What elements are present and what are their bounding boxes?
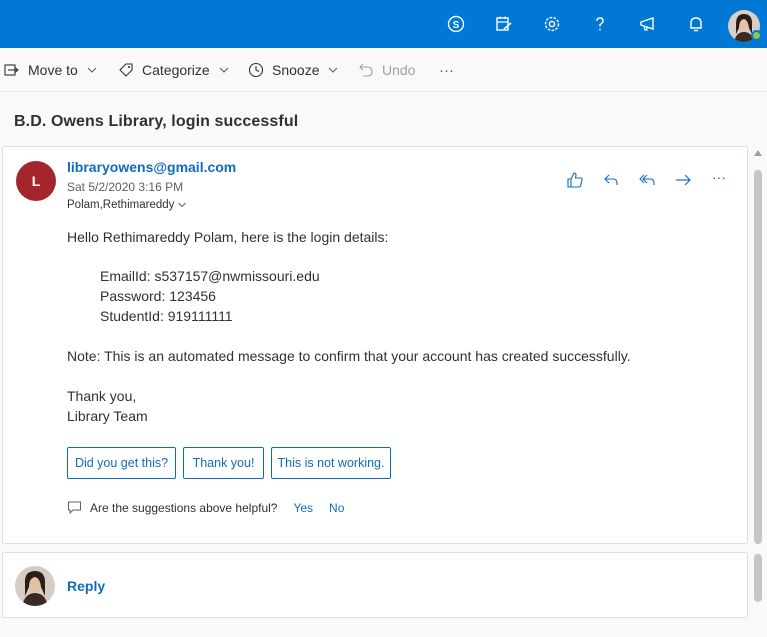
scrollbar-thumb[interactable] xyxy=(754,170,762,544)
recipient-name: Polam,Rethimareddy xyxy=(67,199,175,211)
help-icon[interactable] xyxy=(588,12,612,36)
snooze-button[interactable]: Snooze xyxy=(248,58,339,82)
scrollbar-thumb[interactable] xyxy=(754,554,762,602)
thumbs-up-icon xyxy=(567,172,583,188)
greeting-text: Hello Rethimareddy Polam, here is the lo… xyxy=(67,229,389,245)
reply-link[interactable]: Reply xyxy=(67,578,105,594)
message-subject: B.D. Owens Library, login successful xyxy=(14,113,299,130)
recipients[interactable]: Polam,Rethimareddy xyxy=(67,199,187,211)
sender-email[interactable]: libraryowens@gmail.com xyxy=(67,159,236,175)
chevron-down-icon xyxy=(329,67,338,73)
reply-all-button[interactable] xyxy=(636,169,658,191)
feedback-comment-icon xyxy=(68,501,81,515)
note-text: Note: This is an automated message to co… xyxy=(67,348,631,364)
top-bar: S xyxy=(0,0,767,48)
presence-badge xyxy=(751,30,762,41)
settings-icon[interactable] xyxy=(540,12,564,36)
feedback-yes-link[interactable]: Yes xyxy=(293,501,313,515)
chevron-down-icon xyxy=(178,202,187,208)
categorize-label: Categorize xyxy=(142,62,210,78)
undo-label: Undo xyxy=(382,62,416,78)
undo-button[interactable]: Undo xyxy=(358,58,415,82)
message-date: Sat 5/2/2020 3:16 PM xyxy=(67,180,184,194)
chevron-down-icon xyxy=(87,67,97,73)
suggested-reply-button[interactable]: Thank you! xyxy=(183,447,264,479)
my-day-icon[interactable] xyxy=(492,12,516,36)
svg-text:S: S xyxy=(453,20,460,31)
email-id-text: EmailId: s537157@nwmissouri.edu xyxy=(100,268,320,284)
reply-icon xyxy=(604,174,618,185)
notifications-icon[interactable] xyxy=(684,12,708,36)
forward-arrow-icon xyxy=(676,174,691,186)
categorize-button[interactable]: Categorize xyxy=(118,58,230,82)
feedback-no-link[interactable]: No xyxy=(329,501,344,515)
scroll-up-arrow[interactable] xyxy=(754,150,762,156)
undo-icon xyxy=(359,63,373,77)
feedback-question: Are the suggestions above helpful? xyxy=(90,500,278,515)
move-to-label: Move to xyxy=(28,62,78,78)
avatar xyxy=(15,566,55,606)
like-button[interactable] xyxy=(564,169,586,191)
clock-icon xyxy=(248,62,264,78)
skype-icon[interactable]: S xyxy=(444,12,468,36)
command-bar: Move to Categorize Snooze Undo ··· xyxy=(0,48,767,92)
move-to-icon xyxy=(4,64,19,76)
suggested-reply-button[interactable]: Did you get this? xyxy=(67,447,176,479)
student-id-text: StudentId: 919111111 xyxy=(100,308,233,324)
sender-avatar[interactable]: L xyxy=(16,161,56,201)
signature-text: Library Team xyxy=(67,408,148,424)
message-card: L libraryowens@gmail.com Sat 5/2/2020 3:… xyxy=(2,146,748,544)
suggested-reply-button[interactable]: This is not working. xyxy=(271,447,391,479)
reply-button[interactable] xyxy=(600,169,622,191)
feedback-icon[interactable] xyxy=(636,12,660,36)
more-commands-button[interactable]: ··· xyxy=(439,58,454,82)
forward-button[interactable] xyxy=(672,169,694,191)
reply-all-icon xyxy=(639,174,655,185)
tag-icon xyxy=(119,63,133,77)
reply-card[interactable]: Reply xyxy=(2,552,748,618)
more-actions-button[interactable]: ··· xyxy=(708,166,730,188)
chevron-down-icon xyxy=(219,67,229,73)
thanks-text: Thank you, xyxy=(67,388,137,404)
suggestions-feedback: Are the suggestions above helpful? Yes N… xyxy=(67,500,344,515)
password-text: Password: 123456 xyxy=(100,288,216,304)
move-to-button[interactable]: Move to xyxy=(4,58,98,82)
snooze-label: Snooze xyxy=(272,62,320,78)
